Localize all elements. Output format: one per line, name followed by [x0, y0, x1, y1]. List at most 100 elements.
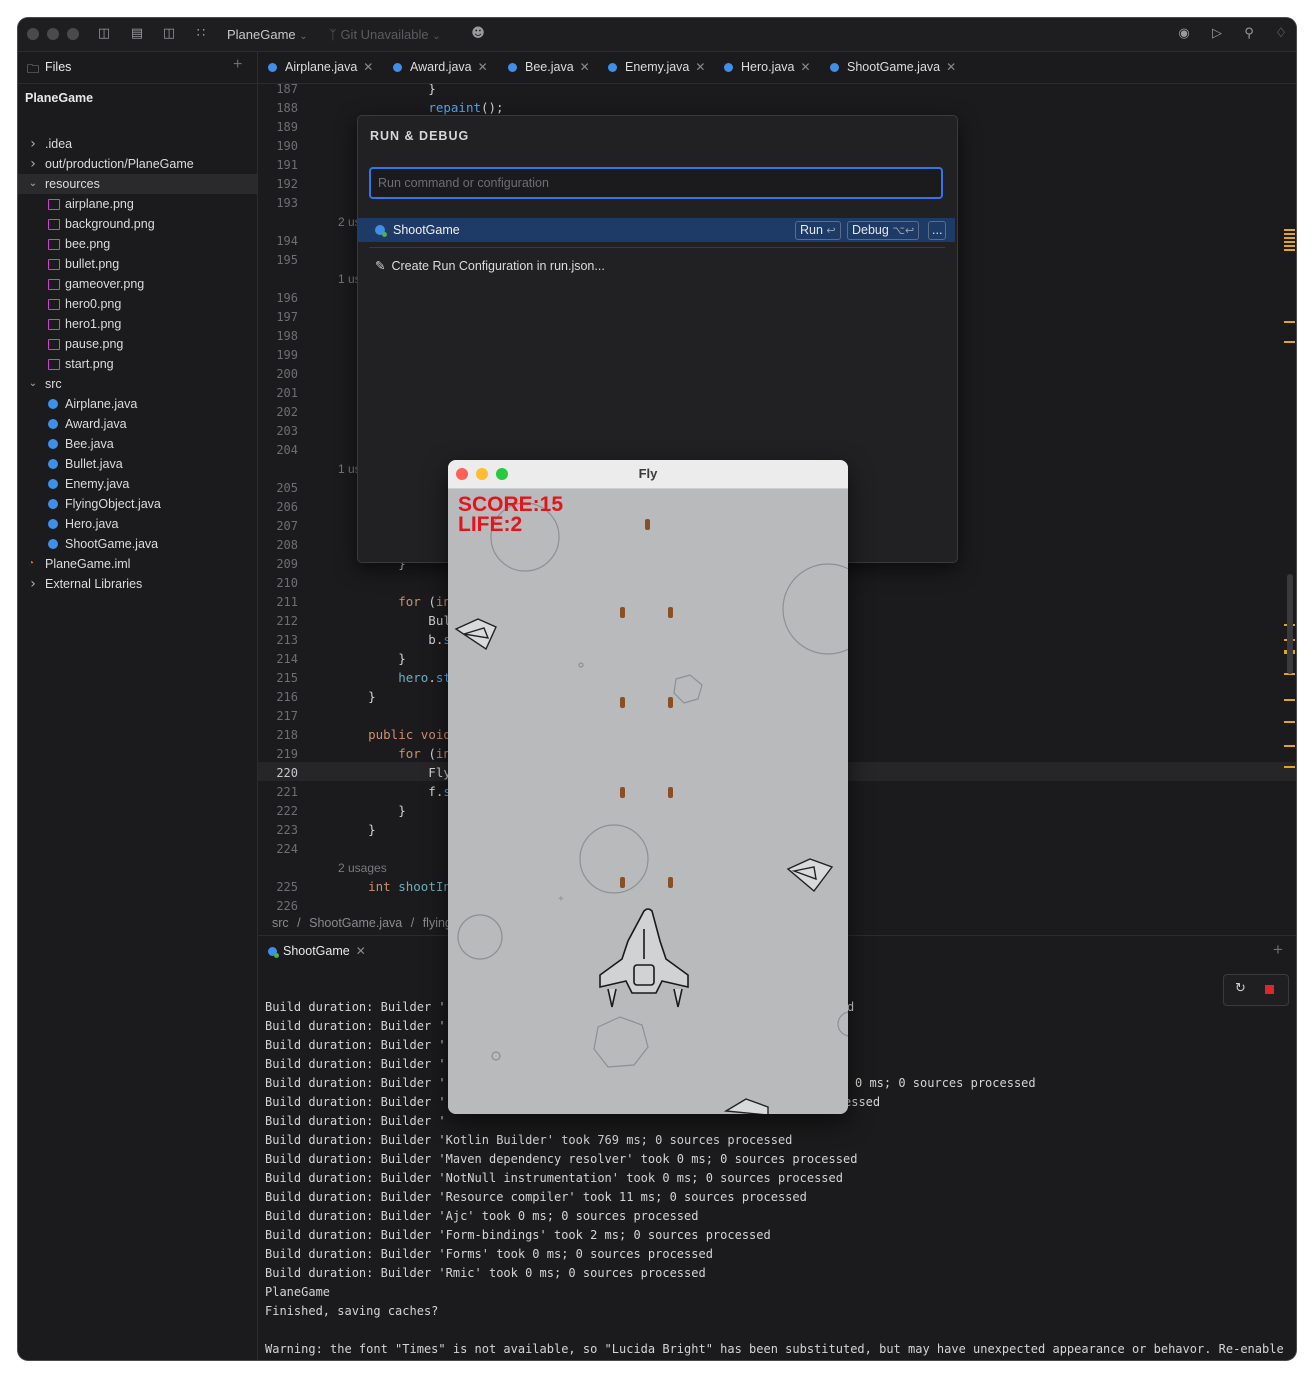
line-number: 202 [276, 405, 298, 419]
chevron-right-icon[interactable]: › [28, 134, 38, 154]
image-file-icon [48, 299, 60, 310]
line-number: 223 [276, 823, 298, 837]
line-number: 221 [276, 785, 298, 799]
create-run-config[interactable]: ✎ Create Run Configuration in run.json... [375, 258, 605, 273]
editor-tab[interactable]: Enemy.java ✕ [608, 52, 705, 83]
close-window-button[interactable] [27, 28, 39, 40]
add-icon[interactable]: + [233, 56, 242, 74]
image-file-icon [48, 319, 60, 330]
broadcast-icon[interactable]: ◉ [1176, 26, 1192, 42]
toggle-right-panel-icon[interactable]: ◫ [161, 26, 177, 42]
close-icon[interactable]: ✕ [695, 60, 705, 74]
tree-item[interactable]: airplane.png [18, 194, 257, 214]
add-user-icon[interactable]: ☻ [470, 26, 486, 42]
close-icon[interactable]: ✕ [356, 944, 366, 958]
tree-item[interactable]: ⌄ resources [18, 174, 257, 194]
editor-tab[interactable]: Airplane.java ✕ [268, 52, 373, 83]
java-run-icon [375, 225, 387, 237]
tree-item[interactable]: › External Libraries [18, 574, 257, 594]
tree-item-label: Enemy.java [65, 477, 130, 491]
stop-icon[interactable] [1265, 985, 1274, 994]
git-status: Git Unavailable [340, 27, 429, 42]
tree-item[interactable]: › out/production/PlaneGame [18, 154, 257, 174]
debug-button[interactable]: Debug ⌥↩ [847, 221, 920, 240]
chevron-down-icon[interactable]: ⌄ [28, 174, 38, 194]
chevron-right-icon[interactable]: › [28, 154, 38, 174]
tree-item[interactable]: ShootGame.java [18, 534, 257, 554]
tree-item[interactable]: Award.java [18, 414, 257, 434]
code-line[interactable]: } [338, 84, 436, 96]
code-line[interactable]: } [338, 651, 406, 666]
tree-item[interactable]: background.png [18, 214, 257, 234]
close-icon[interactable]: ✕ [478, 60, 488, 74]
minimize-window-button[interactable] [47, 28, 59, 40]
editor-tab[interactable]: Hero.java ✕ [724, 52, 811, 83]
tree-item[interactable]: ◔ PlaneGame.iml [18, 554, 257, 574]
line-number: 203 [276, 424, 298, 438]
tree-item[interactable]: ⌄ src [18, 374, 257, 394]
run-command-input[interactable]: Run command or configuration [369, 167, 943, 199]
files-title[interactable]: Files [45, 60, 71, 74]
tree-item[interactable]: hero0.png [18, 294, 257, 314]
editor-tab-label: Airplane.java [285, 60, 358, 74]
toggle-left-panel-icon[interactable]: ◫ [96, 26, 112, 42]
project-root-label[interactable]: PlaneGame [25, 91, 93, 105]
tree-item[interactable]: gameover.png [18, 274, 257, 294]
chevron-down-icon[interactable]: ⌄ [28, 374, 38, 394]
close-icon[interactable]: ✕ [363, 60, 373, 74]
add-icon[interactable]: + [1273, 940, 1283, 960]
rerun-icon[interactable]: ↻ [1235, 981, 1246, 996]
editor-tab-label: Award.java [410, 60, 472, 74]
close-icon[interactable]: ✕ [946, 60, 956, 74]
more-button[interactable]: ... [928, 221, 947, 240]
editor-tab[interactable]: Award.java ✕ [393, 52, 488, 83]
run-icon[interactable]: ▷ [1209, 26, 1225, 42]
close-icon[interactable]: ✕ [580, 60, 590, 74]
editor-tab[interactable]: ShootGame.java ✕ [830, 52, 957, 83]
breadcrumb-src[interactable]: src [272, 916, 289, 930]
game-canvas[interactable]: + SCORE:15 LIFE:2 [448, 489, 848, 1114]
git-widget[interactable]: ᛉ Git Unavailable ⌄ [329, 27, 441, 43]
tree-item[interactable]: FlyingObject.java [18, 494, 257, 514]
tree-item[interactable]: Enemy.java [18, 474, 257, 494]
tree-item[interactable]: bee.png [18, 234, 257, 254]
line-number: 216 [276, 690, 298, 704]
tree-item[interactable]: pause.png [18, 334, 257, 354]
run-button[interactable]: Run ↩ [795, 221, 841, 240]
tree-item[interactable]: Bee.java [18, 434, 257, 454]
tree-item[interactable]: bullet.png [18, 254, 257, 274]
project-switcher[interactable]: PlaneGame ⌄ [227, 27, 308, 42]
usage-hint[interactable]: 2 usages [338, 861, 387, 875]
run-config-item[interactable]: ShootGame Run ↩ Debug ⌥↩ ... [358, 218, 955, 242]
image-file-icon [48, 359, 60, 370]
chevron-right-icon[interactable]: › [28, 574, 38, 594]
code-line[interactable]: } [338, 803, 406, 818]
code-line[interactable]: } [338, 822, 376, 837]
tree-item[interactable]: Hero.java [18, 514, 257, 534]
search-icon[interactable]: ⚲ [1241, 26, 1257, 42]
line-number: 222 [276, 804, 298, 818]
run-tab-shootgame[interactable]: ShootGame ✕ [268, 944, 366, 958]
code-line[interactable]: repaint(); [338, 100, 503, 115]
image-file-icon [48, 219, 60, 230]
tree-item[interactable]: hero1.png [18, 314, 257, 334]
code-line[interactable]: } [338, 689, 376, 704]
breadcrumb-file[interactable]: ShootGame.java [309, 916, 402, 930]
java-class-icon [48, 459, 58, 469]
apps-grid-icon[interactable]: ∷ [193, 26, 209, 42]
notifications-icon[interactable]: ♢ [1273, 26, 1289, 42]
tree-item[interactable]: Bullet.java [18, 454, 257, 474]
editor-tab-label: Hero.java [741, 60, 795, 74]
editor-tab[interactable]: Bee.java ✕ [508, 52, 590, 83]
zoom-window-button[interactable] [67, 28, 79, 40]
tree-item-label: src [45, 377, 62, 391]
console-line: Build duration: Builder ' [265, 1114, 446, 1128]
line-number: 224 [276, 842, 298, 856]
game-scene: + [454, 502, 848, 1114]
tree-item[interactable]: Airplane.java [18, 394, 257, 414]
close-icon[interactable]: ✕ [801, 60, 811, 74]
hero-plane-icon [599, 908, 689, 1008]
tree-item[interactable]: › .idea [18, 134, 257, 154]
toggle-bottom-panel-icon[interactable]: ▤ [129, 26, 145, 42]
tree-item[interactable]: start.png [18, 354, 257, 374]
